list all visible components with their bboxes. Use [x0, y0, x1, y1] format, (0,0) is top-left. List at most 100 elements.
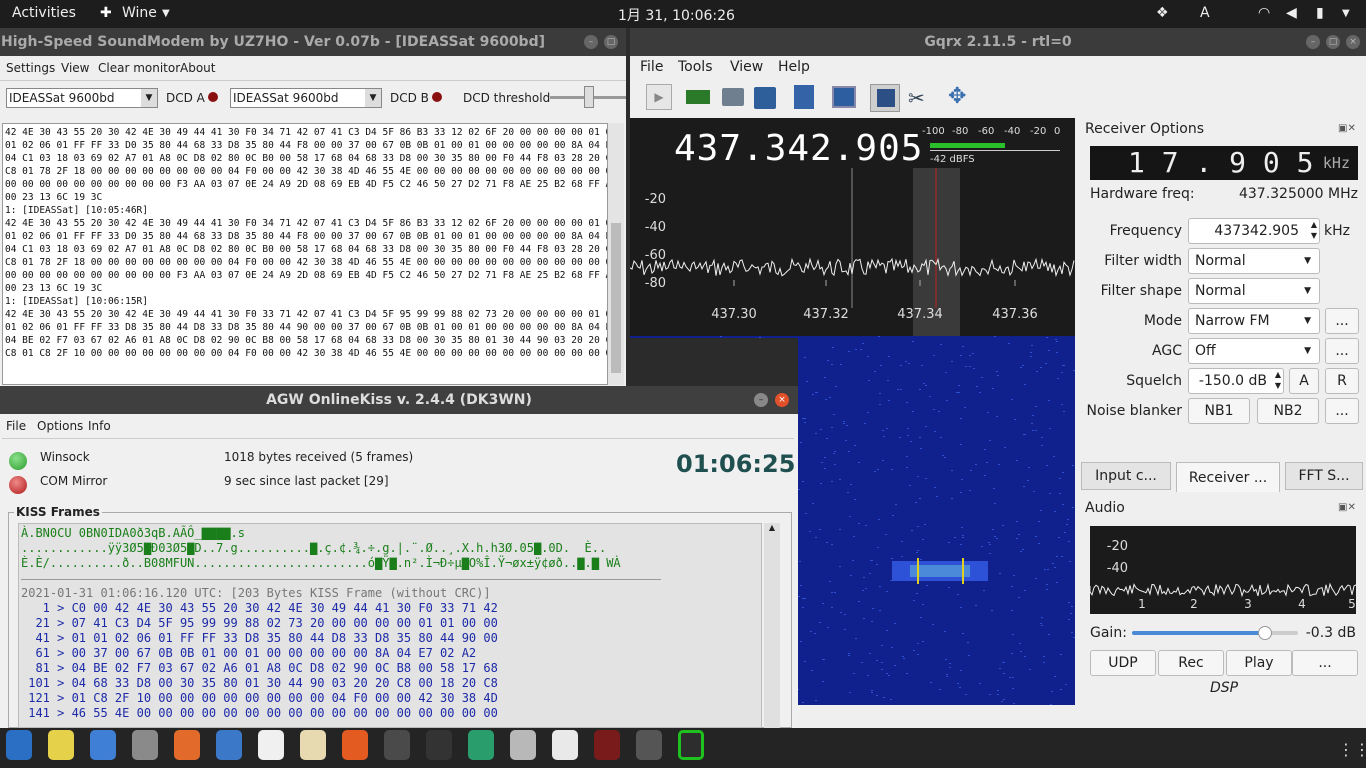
play-icon[interactable]: ▶: [646, 84, 672, 110]
dock-wine-icon[interactable]: [48, 730, 74, 760]
menu-options[interactable]: Options: [37, 419, 83, 433]
nb1-button[interactable]: NB1: [1188, 398, 1250, 424]
dock-doc-icon[interactable]: [258, 730, 284, 760]
dcd-threshold-handle[interactable]: [584, 86, 594, 108]
offset-display[interactable]: 1 7 . 9 0 5 kHz: [1090, 146, 1358, 180]
nb-options-button[interactable]: ...: [1325, 398, 1359, 424]
gain-handle[interactable]: [1257, 626, 1272, 640]
save-icon[interactable]: [754, 87, 776, 109]
dock-satellite-icon[interactable]: [468, 730, 494, 760]
gqrx-titlebar[interactable]: Gqrx 2.11.5 - rtl=0: [630, 28, 1366, 56]
volume-icon[interactable]: ◀: [1286, 5, 1297, 21]
close-icon[interactable]: ×: [1346, 35, 1360, 49]
dock-help-icon[interactable]: [6, 730, 32, 760]
menu-tools[interactable]: Tools: [678, 59, 713, 75]
dropbox-icon[interactable]: ❖: [1156, 5, 1169, 21]
wine-app-icon[interactable]: ✚: [100, 5, 112, 21]
app-menu[interactable]: Wine: [122, 5, 157, 21]
mode-select[interactable]: Narrow FM ▼: [1188, 308, 1320, 334]
dock-firefox-icon[interactable]: [342, 730, 368, 760]
menu-view[interactable]: View: [730, 59, 763, 75]
minimize-icon[interactable]: –: [1306, 35, 1320, 49]
tools-icon[interactable]: ✂: [908, 86, 925, 110]
agc-select[interactable]: Off ▼: [1188, 338, 1320, 364]
maximize-icon[interactable]: □: [604, 35, 618, 49]
minimize-icon[interactable]: –: [754, 393, 768, 407]
tab-input-controls[interactable]: Input c...: [1081, 462, 1171, 490]
spinner-icon[interactable]: ▲ ▼: [1275, 369, 1281, 391]
menu-file[interactable]: File: [640, 59, 663, 75]
udp-button[interactable]: UDP: [1090, 650, 1156, 676]
frequency-display[interactable]: 437.342.905: [674, 128, 923, 169]
dock-tools-icon[interactable]: [510, 730, 536, 760]
tab-fft-settings[interactable]: FFT S...: [1285, 462, 1363, 490]
mode-b-select[interactable]: IDEASSat 9600bd ▼: [230, 88, 382, 108]
kiss-frames-text[interactable]: À.BN0CU 0BN0IDA0ð3qB.AÃÔ_▇▇▇▇.s ........…: [18, 523, 762, 728]
agc-options-button[interactable]: ...: [1325, 338, 1359, 364]
menu-view[interactable]: View: [61, 61, 89, 75]
app-grid-icon[interactable]: ⋮⋮: [1338, 740, 1366, 759]
float-icon[interactable]: ▣✕: [1338, 502, 1356, 513]
filter-shape-select[interactable]: Normal ▼: [1188, 278, 1320, 304]
menu-clear-monitor[interactable]: Clear monitor: [98, 61, 180, 75]
gain-slider[interactable]: [1132, 626, 1298, 640]
mode-a-select[interactable]: IDEASSat 9600bd ▼: [6, 88, 158, 108]
play-button[interactable]: Play: [1226, 650, 1292, 676]
dock-file-icon[interactable]: [90, 730, 116, 760]
spinner-icon[interactable]: ▲ ▼: [1311, 219, 1317, 241]
squelch-input[interactable]: -150.0 dB ▲ ▼: [1188, 368, 1284, 394]
kiss-scrollbar[interactable]: ▲: [764, 523, 780, 728]
menu-info[interactable]: Info: [88, 419, 111, 433]
dock-terminal-icon[interactable]: [384, 730, 410, 760]
waterfall-noise: [1046, 589, 1048, 590]
dock-store-icon[interactable]: [174, 730, 200, 760]
close-icon[interactable]: ×: [775, 393, 789, 407]
nb2-button[interactable]: NB2: [1257, 398, 1319, 424]
battery-icon[interactable]: ▮: [1316, 5, 1324, 21]
menu-file[interactable]: File: [6, 419, 26, 433]
menu-help[interactable]: Help: [778, 59, 810, 75]
minimize-icon[interactable]: –: [584, 35, 598, 49]
dock-files-icon[interactable]: [132, 730, 158, 760]
clock[interactable]: 1月 31, 10:06:26: [618, 5, 735, 25]
dock-gpredict-icon[interactable]: [552, 730, 578, 760]
maximize-icon[interactable]: □: [1326, 35, 1340, 49]
scroll-up-icon[interactable]: ▲: [764, 523, 780, 532]
scrollbar-thumb[interactable]: [611, 223, 621, 373]
monitor-scrollbar[interactable]: [608, 123, 624, 385]
agw-titlebar[interactable]: AGW OnlineKiss v. 2.4.4 (DK3WN): [0, 386, 798, 414]
fullscreen-icon[interactable]: ✥: [948, 84, 966, 109]
rec-button[interactable]: Rec: [1158, 650, 1224, 676]
spectrum-plot[interactable]: -20 -40 -60 -80 437.30 437.32 437.34 437.36: [630, 168, 1075, 338]
frequency-input[interactable]: 437342.905 ▲ ▼: [1188, 218, 1320, 244]
dock-monitor-icon[interactable]: [426, 730, 452, 760]
system-menu-chevron-icon[interactable]: ▼: [1342, 8, 1350, 19]
dock-gqrx-icon[interactable]: [678, 730, 704, 760]
tab-receiver[interactable]: Receiver ...: [1176, 462, 1280, 492]
dock-drive-icon[interactable]: [636, 730, 662, 760]
monitor-text[interactable]: 42 4E 30 43 55 20 30 42 4E 30 49 44 41 3…: [2, 123, 608, 385]
menu-about[interactable]: About: [180, 61, 215, 75]
mode-options-button[interactable]: ...: [1325, 308, 1359, 334]
soundmodem-titlebar[interactable]: High-Speed SoundModem by UZ7HO - Ver 0.0…: [0, 28, 626, 56]
activities-button[interactable]: Activities: [12, 5, 76, 21]
waterfall-noise: [878, 336, 880, 337]
bookmark-icon[interactable]: [794, 85, 814, 109]
menu-settings[interactable]: Settings: [6, 61, 55, 75]
folder-icon[interactable]: [722, 88, 744, 106]
audio-options-button[interactable]: ...: [1292, 650, 1358, 676]
dock-wine-glass-icon[interactable]: [594, 730, 620, 760]
display-settings-icon[interactable]: [870, 84, 900, 112]
squelch-reset-button[interactable]: R: [1325, 368, 1359, 394]
squelch-auto-button[interactable]: A: [1289, 368, 1319, 394]
input-method[interactable]: A: [1200, 5, 1210, 21]
spectrum-panel[interactable]: 437.342.905 -100 -80 -60 -40 -20 0 -42 d…: [630, 118, 1075, 338]
device-icon[interactable]: [832, 86, 856, 108]
filter-width-select[interactable]: Normal ▼: [1188, 248, 1320, 274]
wifi-icon[interactable]: ◠: [1258, 5, 1270, 21]
float-icon[interactable]: ▣✕: [1338, 123, 1356, 134]
hardware-icon[interactable]: [686, 90, 710, 104]
audio-spectrum[interactable]: -20 -40 1 2 3 4 5: [1089, 526, 1357, 614]
dock-notes-icon[interactable]: [300, 730, 326, 760]
dock-thunderbird-icon[interactable]: [216, 730, 242, 760]
